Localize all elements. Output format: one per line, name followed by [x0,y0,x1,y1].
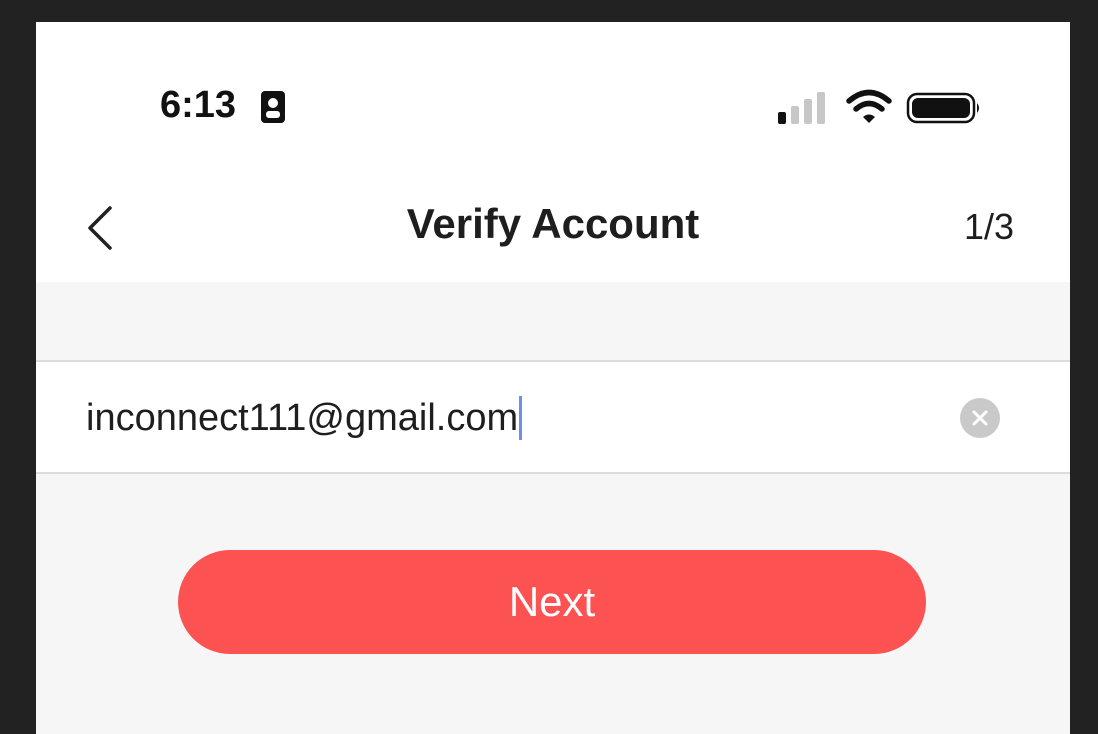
step-indicator: 1/3 [963,206,1014,247]
status-bar: 6:13 [36,22,1070,172]
cellular-signal-icon [778,92,825,124]
device-frame: 6:13 Verify Account 1/3 inconnect111@gma… [0,0,1098,734]
page-title: Verify Account [406,200,700,247]
email-field[interactable]: inconnect111@gmail.com [86,390,946,446]
app-screen: 6:13 Verify Account 1/3 inconnect111@gma… [36,22,1070,734]
battery-icon [906,92,979,124]
email-field-value: inconnect111@gmail.com [86,396,519,439]
wifi-icon [846,89,892,123]
clear-x-icon [972,410,988,426]
clear-input-button[interactable] [960,398,1000,438]
status-time: 6:13 [160,84,237,126]
email-input-row: inconnect111@gmail.com [36,360,1070,474]
contact-card-icon [261,91,285,123]
next-button[interactable]: Next [178,550,926,654]
navigation-bar: Verify Account 1/3 [36,172,1070,282]
text-caret [519,396,523,440]
